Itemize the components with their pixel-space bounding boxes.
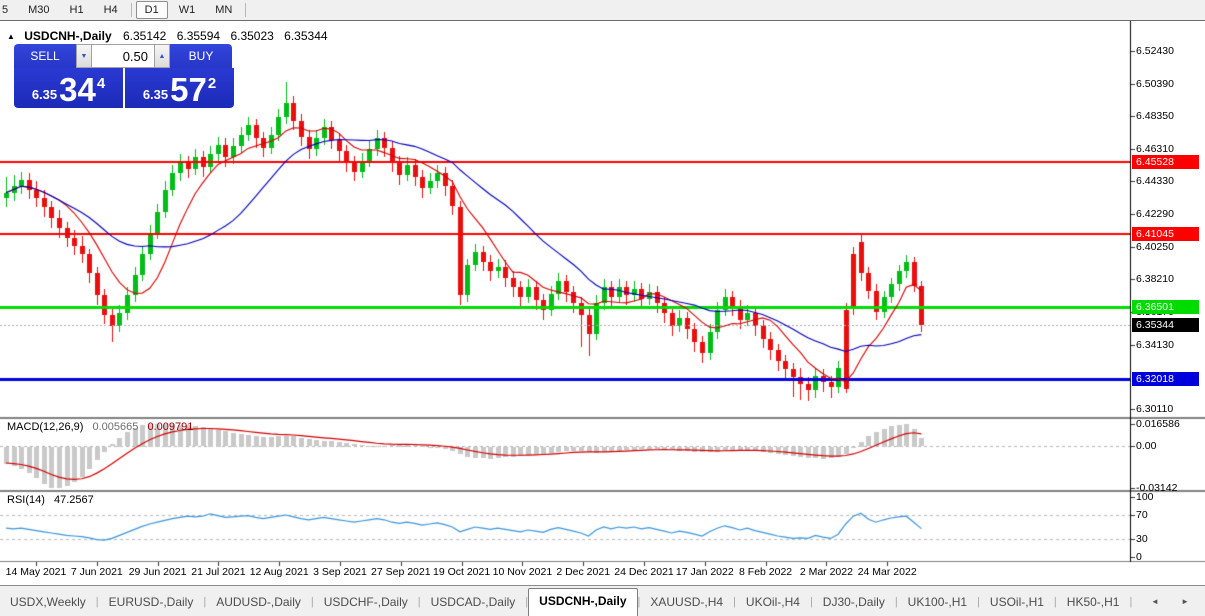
timeframe-button-5[interactable]: 5 — [0, 1, 17, 19]
sell-quote[interactable]: 6.35 34 4 — [14, 68, 124, 108]
symbol-tab-xauusd[interactable]: XAUUSD-,H4 — [640, 590, 733, 615]
timeframe-button-h4[interactable]: H4 — [95, 1, 127, 19]
date-axis-label: 2 Mar 2022 — [800, 566, 853, 578]
price-axis-label: 6.40250 — [1136, 241, 1174, 253]
price-axis-label: 6.48350 — [1136, 110, 1174, 122]
volume-increase-button[interactable]: ▲ — [154, 44, 170, 68]
rsi-axis-label: 0 — [1136, 551, 1142, 563]
price-axis-label: 6.50390 — [1136, 78, 1174, 90]
rsi-axis-label: 70 — [1136, 509, 1148, 521]
date-axis-label: 3 Sep 2021 — [313, 566, 367, 578]
date-axis-label: 8 Feb 2022 — [739, 566, 792, 578]
sell-price-sup: 4 — [97, 75, 105, 92]
rsi-axis-label: 30 — [1136, 533, 1148, 545]
symbol-tab-usdchf[interactable]: USDCHF-,Daily — [314, 590, 418, 615]
price-level-badge: 6.36501 — [1132, 300, 1199, 314]
symbol-tab-uk100[interactable]: UK100-,H1 — [898, 590, 977, 615]
date-axis-label: 17 Jan 2022 — [676, 566, 734, 578]
price-axis-label: 6.34130 — [1136, 339, 1174, 351]
symbol-tab-ukoil[interactable]: UKOil-,H4 — [736, 590, 810, 615]
toolbar-divider — [245, 3, 246, 17]
sell-price-big: 34 — [59, 75, 96, 105]
ohlc-high: 6.35594 — [177, 29, 220, 43]
symbol-tab-usdx[interactable]: USDX,Weekly — [0, 590, 96, 615]
date-axis-label: 24 Mar 2022 — [858, 566, 917, 578]
rsi-name: RSI(14) — [7, 494, 45, 506]
timeframe-button-mn[interactable]: MN — [206, 1, 241, 19]
volume-input[interactable]: 0.50 — [92, 44, 154, 68]
timeframe-button-d1[interactable]: D1 — [136, 1, 168, 19]
price-axis-label: 6.44330 — [1136, 175, 1174, 187]
macd-value-signal: 0.009791 — [147, 421, 193, 433]
one-click-trade-panel: SELL ▼ 0.50 ▲ BUY 6.35 34 4 6.35 57 2 — [14, 44, 236, 108]
timeframe-button-w1[interactable]: W1 — [170, 1, 205, 19]
ohlc-low: 6.35023 — [230, 29, 273, 43]
macd-label: MACD(12,26,9) 0.005665 0.009791 — [7, 421, 193, 433]
sell-button[interactable]: SELL — [14, 44, 76, 68]
price-axis-label: 6.30110 — [1136, 403, 1173, 415]
symbol-header: ▲ USDCNH-,Daily 6.35142 6.35594 6.35023 … — [7, 29, 335, 43]
date-axis-label: 2 Dec 2021 — [556, 566, 610, 578]
date-axis-label: 14 May 2021 — [6, 566, 67, 578]
rsi-axis-label: 100 — [1136, 491, 1154, 503]
price-axis-label: 6.52430 — [1136, 45, 1174, 57]
buy-quote[interactable]: 6.35 57 2 — [124, 68, 234, 108]
date-axis-label: 24 Dec 2021 — [614, 566, 674, 578]
price-level-badge: 6.35344 — [1132, 318, 1199, 332]
tab-scroll-arrows[interactable]: ◄ ► — [1151, 597, 1199, 606]
symbol-tab-usoil[interactable]: USOil-,H1 — [980, 590, 1054, 615]
timeframe-button-m30[interactable]: M30 — [19, 1, 58, 19]
symbol-tab-eurusd[interactable]: EURUSD-,Daily — [99, 590, 204, 615]
symbol-tab-usdcad[interactable]: USDCAD-,Daily — [421, 590, 526, 615]
date-axis-label: 7 Jun 2021 — [71, 566, 123, 578]
price-level-badge: 6.32018 — [1132, 372, 1199, 386]
collapse-chart-icon[interactable]: ▲ — [7, 32, 15, 41]
price-axis-label: 6.38210 — [1136, 273, 1174, 285]
macd-axis-label: 0.016586 — [1136, 418, 1180, 430]
date-axis-label: 29 Jun 2021 — [129, 566, 187, 578]
price-axis-label: 6.42290 — [1136, 208, 1174, 220]
buy-price-sup: 2 — [208, 75, 216, 92]
timeframe-button-h1[interactable]: H1 — [61, 1, 93, 19]
date-axis-label: 12 Aug 2021 — [250, 566, 309, 578]
macd-axis-label: 0.00 — [1136, 440, 1156, 452]
price-axis-label: 6.46310 — [1136, 143, 1174, 155]
symbol-tab-dj30[interactable]: DJ30-,Daily — [813, 590, 895, 615]
date-axis-label: 10 Nov 2021 — [493, 566, 553, 578]
symbol-tab-usdcnh[interactable]: USDCNH-,Daily — [528, 588, 637, 616]
date-axis-label: 21 Jul 2021 — [191, 566, 245, 578]
chart-area: ▲ USDCNH-,Daily 6.35142 6.35594 6.35 0 2 3 … — [0, 20, 1205, 585]
toolbar-divider — [131, 3, 132, 17]
symbol-tab-audusd[interactable]: AUDUSD-,Daily — [206, 590, 311, 615]
rsi-label: RSI(14) 47.2567 — [7, 494, 94, 506]
price-level-badge: 6.45528 — [1132, 155, 1199, 169]
rsi-value: 47.2567 — [54, 494, 94, 506]
chart-tab-bar: USDX,Weekly|EURUSD-,Daily|AUDUSD-,Daily|… — [0, 585, 1205, 615]
ohlc-close: 6.35344 — [284, 29, 327, 43]
buy-price-big: 57 — [170, 75, 207, 105]
timeframe-toolbar: 5M30H1H4 D1W1MN — [0, 0, 1205, 21]
buy-price-prefix: 6.35 — [143, 87, 168, 102]
tab-divider: | — [1129, 596, 1132, 615]
macd-name: MACD(12,26,9) — [7, 421, 83, 433]
symbol-tab-hk50[interactable]: HK50-,H1 — [1057, 590, 1130, 615]
price-level-badge: 6.41045 — [1132, 227, 1199, 241]
date-axis-label: 27 Sep 2021 — [371, 566, 431, 578]
sell-price-prefix: 6.35 — [32, 87, 57, 102]
macd-value-main: 0.005665 — [92, 421, 138, 433]
symbol-title: USDCNH-,Daily — [24, 29, 111, 43]
volume-decrease-button[interactable]: ▼ — [76, 44, 92, 68]
buy-button[interactable]: BUY — [170, 44, 232, 68]
date-axis-label: 19 Oct 2021 — [433, 566, 490, 578]
ohlc-open: 6.35142 — [123, 29, 166, 43]
